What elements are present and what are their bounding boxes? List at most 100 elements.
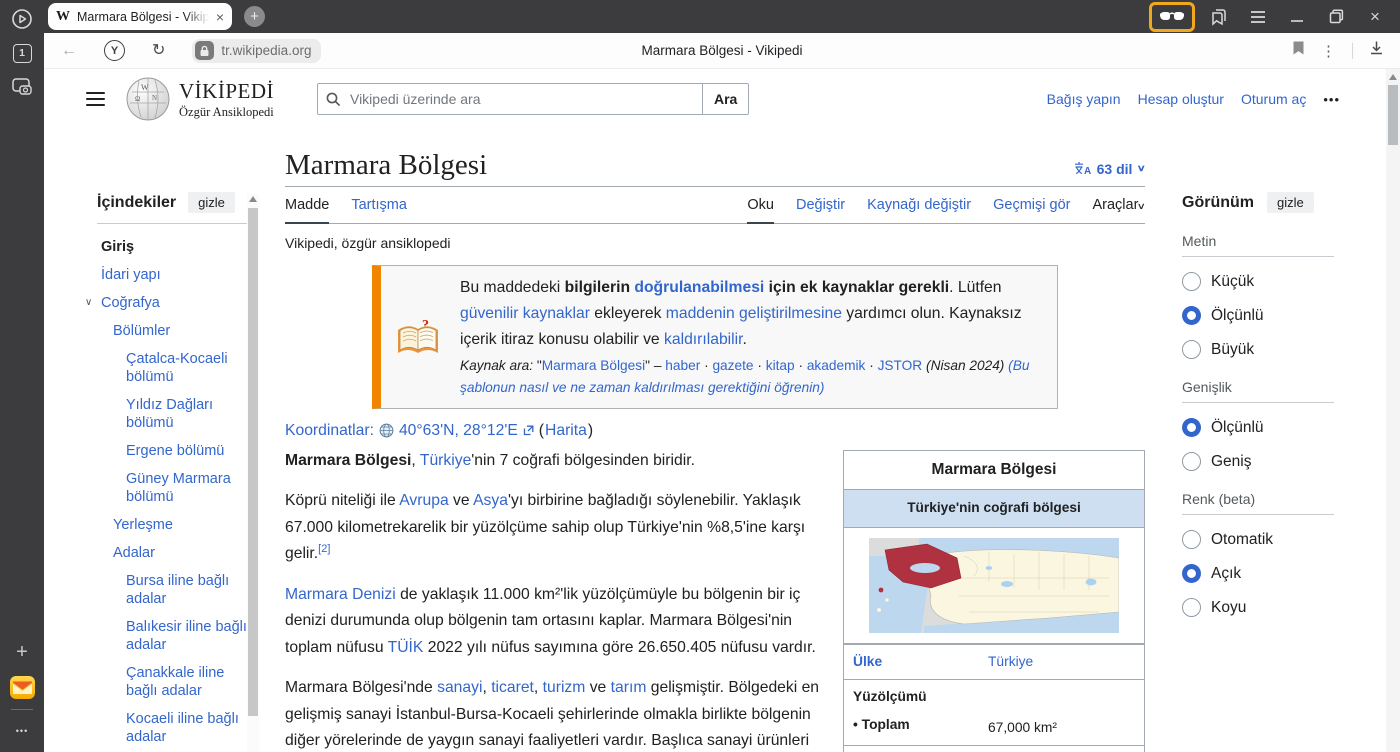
search-button[interactable]: Ara — [703, 83, 749, 115]
back-icon[interactable]: ← — [61, 43, 77, 59]
header-link-1[interactable]: Hesap oluştur — [1138, 91, 1224, 107]
radio-icon[interactable] — [1182, 272, 1201, 291]
radio-option-geniş[interactable]: Geniş — [1182, 452, 1334, 471]
search-input[interactable] — [348, 90, 694, 108]
radio-icon[interactable] — [1182, 452, 1201, 471]
inline-link[interactable]: ticaret — [491, 679, 534, 696]
map-link[interactable]: Harita — [545, 422, 587, 440]
toc-item[interactable]: Ergene bölümü — [97, 442, 249, 460]
domain-pill[interactable]: tr.wikipedia.org — [192, 39, 321, 63]
toc-item[interactable]: Bursa iline bağlı adalar — [97, 572, 249, 608]
tab-counter-icon[interactable]: 1 — [0, 36, 44, 70]
turkey-map[interactable] — [869, 538, 1119, 633]
radio-icon[interactable] — [1182, 530, 1201, 549]
header-more-icon[interactable]: ••• — [1323, 92, 1340, 107]
reload-icon[interactable]: ↻ — [152, 43, 165, 59]
toc-item[interactable]: Balıkesir iline bağlı adalar — [97, 618, 249, 654]
more-options-icon[interactable]: ⋮ — [1321, 42, 1336, 60]
tab-close-icon[interactable]: × — [216, 10, 224, 24]
toc-item[interactable]: Yıldız Dağları bölümü — [97, 396, 249, 432]
yandex-mail-icon[interactable] — [0, 669, 44, 705]
toc-expand-icon[interactable]: ∨ — [85, 294, 92, 312]
toc-item[interactable]: İdari yapı — [97, 266, 249, 284]
inline-link[interactable]: kitap — [766, 358, 795, 373]
yandex-button[interactable]: Y — [104, 40, 125, 61]
sidebar-add-icon[interactable]: + — [0, 635, 44, 669]
window-close-icon[interactable]: × — [1360, 4, 1390, 30]
inline-link[interactable]: [2] — [318, 543, 330, 555]
radio-option-açık[interactable]: Açık — [1182, 564, 1334, 583]
play-icon[interactable] — [0, 2, 44, 36]
inline-link[interactable]: haber — [665, 358, 700, 373]
inline-link[interactable]: doğrulanabilmesi — [634, 279, 764, 296]
collections-icon[interactable] — [1204, 4, 1234, 30]
inline-link[interactable]: gazete — [712, 358, 753, 373]
bookmark-icon[interactable] — [1292, 40, 1305, 61]
language-button[interactable]: A 63 dil ∨ — [1074, 161, 1145, 183]
scroll-up-arrow[interactable] — [1389, 74, 1397, 80]
wikipedia-logo[interactable]: W Ω N VİKİPEDİ Özgür Ansiklopedi — [125, 76, 274, 122]
inline-link[interactable]: maddenin geliştirilmesine — [666, 305, 842, 322]
radio-selected-icon[interactable] — [1182, 418, 1201, 437]
inline-link[interactable]: Asya — [473, 492, 508, 509]
infobox-value[interactable]: Türkiye — [979, 644, 1144, 680]
inline-link[interactable]: akademik — [807, 358, 866, 373]
radio-option-büyük[interactable]: Büyük — [1182, 340, 1334, 359]
radio-option-ölçünlü[interactable]: Ölçünlü — [1182, 306, 1334, 325]
inline-link[interactable]: kaldırılabilir — [664, 331, 742, 348]
inline-link[interactable]: sanayi — [437, 679, 482, 696]
coordinates-value[interactable]: 40°63'N, 28°12'E — [399, 422, 518, 440]
tab-değiştir[interactable]: Değiştir — [796, 197, 845, 223]
toc-scrollbar[interactable] — [247, 194, 259, 752]
downloads-icon[interactable] — [1369, 40, 1384, 61]
sidebar-more-icon[interactable]: ••• — [0, 714, 44, 748]
toc-item[interactable]: Bölümler — [97, 322, 249, 340]
toc-item[interactable]: Giriş — [97, 238, 249, 256]
header-link-2[interactable]: Oturum aç — [1241, 91, 1306, 107]
infobox-subtitle[interactable]: Türkiye'nin coğrafi bölgesi — [844, 490, 1144, 528]
toc-hide-button[interactable]: gizle — [188, 192, 235, 213]
radio-selected-icon[interactable] — [1182, 564, 1201, 583]
radio-option-otomatik[interactable]: Otomatik — [1182, 530, 1334, 549]
tab-kaynağı-değiştir[interactable]: Kaynağı değiştir — [867, 197, 971, 223]
radio-selected-icon[interactable] — [1182, 306, 1201, 325]
toc-item[interactable]: Kocaeli iline bağlı adalar — [97, 710, 249, 746]
inline-link[interactable]: TÜİK — [388, 639, 424, 656]
appearance-hide-button[interactable]: gizle — [1267, 192, 1314, 213]
toc-item[interactable]: Yerleşme — [97, 516, 249, 534]
scrollbar-thumb[interactable] — [1388, 85, 1398, 145]
tab-tartışma[interactable]: Tartışma — [351, 197, 407, 223]
coordinates-label[interactable]: Koordinatlar: — [285, 422, 374, 440]
new-tab-button[interactable]: + — [244, 6, 265, 27]
radio-option-ölçünlü[interactable]: Ölçünlü — [1182, 418, 1334, 437]
menu-icon[interactable] — [1243, 4, 1273, 30]
toc-item[interactable]: Çanakkale iline bağlı adalar — [97, 664, 249, 700]
toc-item[interactable]: Adalar — [97, 544, 249, 562]
toc-item[interactable]: ∨Coğrafya — [97, 294, 249, 312]
radio-icon[interactable] — [1182, 340, 1201, 359]
header-link-0[interactable]: Bağış yapın — [1047, 91, 1121, 107]
scrollbar-thumb[interactable] — [248, 208, 258, 716]
inline-link[interactable]: güvenilir kaynaklar — [460, 305, 590, 322]
inline-link[interactable]: JSTOR — [878, 358, 923, 373]
inline-link[interactable]: turizm — [543, 679, 586, 696]
toc-item[interactable]: Güney Marmara bölümü — [97, 470, 249, 506]
radio-icon[interactable] — [1182, 598, 1201, 617]
inline-link[interactable]: tarım — [611, 679, 647, 696]
inline-link[interactable]: Marmara Denizi — [285, 586, 396, 603]
radio-option-koyu[interactable]: Koyu — [1182, 598, 1334, 617]
browser-tab[interactable]: W Marmara Bölgesi - Vikip × — [48, 3, 232, 30]
scroll-up-arrow[interactable] — [249, 196, 257, 202]
infobox-label[interactable]: Ülke — [844, 644, 979, 680]
tab-madde[interactable]: Madde — [285, 197, 329, 224]
tab-araçlar[interactable]: Araçlar ∨ — [1092, 197, 1145, 223]
toc-item[interactable]: Çatalca-Kocaeli bölümü — [97, 350, 249, 386]
search-box[interactable] — [317, 83, 703, 115]
main-menu-icon[interactable] — [86, 89, 105, 110]
restore-icon[interactable] — [1321, 4, 1351, 30]
reader-glasses-icon[interactable] — [1149, 2, 1195, 32]
minimize-icon[interactable] — [1282, 4, 1312, 30]
inline-link[interactable]: Marmara Bölgesi — [542, 358, 645, 373]
inline-link[interactable]: Avrupa — [399, 492, 448, 509]
radio-option-küçük[interactable]: Küçük — [1182, 272, 1334, 291]
